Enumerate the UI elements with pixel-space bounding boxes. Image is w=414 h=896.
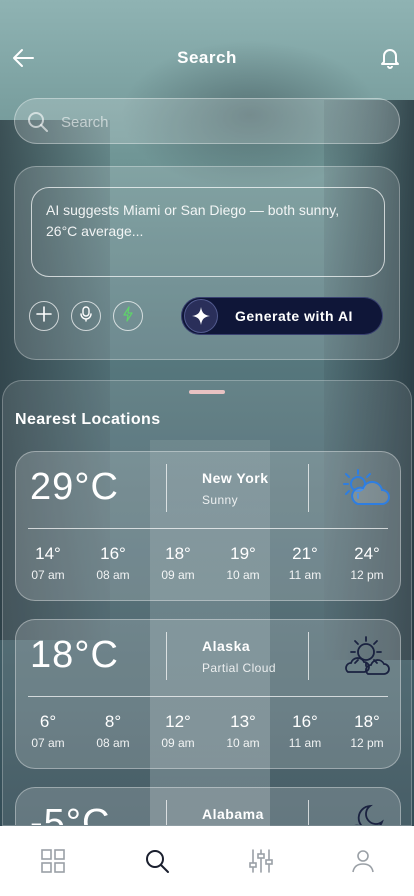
sun-cloud-icon [340, 466, 392, 512]
generate-label: Generate with AI [235, 308, 353, 324]
hour-label: 08 am [96, 568, 130, 582]
ai-suggestion-text[interactable]: AI suggests Miami or San Diego — both su… [31, 187, 385, 277]
plus-icon [36, 305, 52, 327]
generate-with-ai-button[interactable]: Generate with AI [181, 297, 383, 335]
hourly-forecast: 6° 07 am 8° 08 am 12° 09 am 13° 10 am 16° 11 … [16, 712, 400, 756]
flash-button[interactable] [113, 301, 143, 331]
divider [166, 464, 167, 512]
hour-label: 09 am [161, 568, 195, 582]
sliders-icon[interactable] [248, 848, 274, 874]
hour-temp: 8° [104, 712, 122, 731]
divider [28, 528, 388, 529]
hour-item: 24° 12 pm [337, 544, 397, 582]
search-icon [27, 111, 49, 138]
current-temperature: -5°C [30, 802, 111, 826]
partial-cloud-icon [340, 634, 392, 680]
bottom-tab-bar [0, 826, 414, 896]
hour-temp: 19° [230, 544, 256, 563]
hour-item: 18° 09 am [148, 544, 208, 582]
search-bar [14, 98, 400, 145]
moon-cloud-icon [340, 802, 392, 825]
hour-label: 11 am [288, 736, 322, 750]
hourly-forecast: 14° 07 am 16° 08 am 18° 09 am 19° 10 am 21° 1… [16, 544, 400, 588]
hour-temp: 13° [230, 712, 256, 731]
hour-item: 21° 11 am [275, 544, 335, 582]
lightning-icon [122, 305, 134, 327]
hour-label: 07 am [31, 736, 65, 750]
hour-label: 12 pm [350, 736, 384, 750]
hour-label: 09 am [161, 736, 195, 750]
hour-item: 16° 08 am [83, 544, 143, 582]
hour-item: 8° 08 am [83, 712, 143, 750]
divider [308, 800, 309, 825]
hour-label: 08 am [96, 736, 130, 750]
hour-item: 18° 12 pm [337, 712, 397, 750]
drag-handle[interactable] [189, 390, 225, 394]
microphone-icon [79, 305, 93, 327]
divider [166, 800, 167, 825]
hour-temp: 24° [354, 544, 380, 563]
current-temperature: 29°C [30, 466, 119, 508]
sparkle-icon [185, 300, 217, 332]
microphone-button[interactable] [71, 301, 101, 331]
hour-item: 19° 10 am [213, 544, 273, 582]
current-temperature: 18°C [30, 634, 119, 676]
divider [166, 632, 167, 680]
divider [308, 464, 309, 512]
add-button[interactable] [29, 301, 59, 331]
city-name: Alaska [202, 638, 251, 654]
city-name: Alabama [202, 806, 264, 822]
hour-item: 12° 09 am [148, 712, 208, 750]
search-tab-icon[interactable] [144, 848, 170, 874]
ai-suggestion-panel: AI suggests Miami or San Diego — both su… [14, 166, 400, 360]
location-card-alaska[interactable]: 18°C Alaska Partial Cloud 6° 07 am 8° 08 a… [15, 619, 401, 769]
grid-icon[interactable] [40, 848, 66, 874]
profile-icon[interactable] [350, 848, 376, 874]
hour-item: 6° 07 am [18, 712, 78, 750]
hour-item: 16° 11 am [275, 712, 335, 750]
hour-temp: 16° [292, 712, 318, 731]
section-title: Nearest Locations [15, 411, 161, 428]
locations-sheet: Nearest Locations 29°C New York Sunny 14… [2, 380, 412, 826]
hour-temp: 14° [35, 544, 61, 563]
hour-temp: 21° [292, 544, 318, 563]
hour-label: 10 am [226, 736, 260, 750]
hour-item: 13° 10 am [213, 712, 273, 750]
location-card-alabama[interactable]: -5°C Alabama [15, 787, 401, 826]
bell-icon[interactable] [378, 44, 402, 72]
hour-temp: 16° [100, 544, 126, 563]
hour-label: 10 am [226, 568, 260, 582]
hour-label: 07 am [31, 568, 65, 582]
hour-temp: 6° [39, 712, 57, 731]
location-card-new-york[interactable]: 29°C New York Sunny 14° 07 am 16° 08 am 18… [15, 451, 401, 601]
weather-condition: Partial Cloud [202, 661, 276, 675]
hour-temp: 12° [165, 712, 191, 731]
hour-temp: 18° [354, 712, 380, 731]
hour-label: 11 am [288, 568, 322, 582]
header: Search [0, 44, 414, 72]
divider [308, 632, 309, 680]
weather-condition: Sunny [202, 493, 239, 507]
search-input[interactable] [59, 99, 383, 145]
city-name: New York [202, 470, 269, 486]
hour-item: 14° 07 am [18, 544, 78, 582]
divider [28, 696, 388, 697]
hour-label: 12 pm [350, 568, 384, 582]
page-title: Search [177, 48, 237, 67]
hour-temp: 18° [165, 544, 191, 563]
